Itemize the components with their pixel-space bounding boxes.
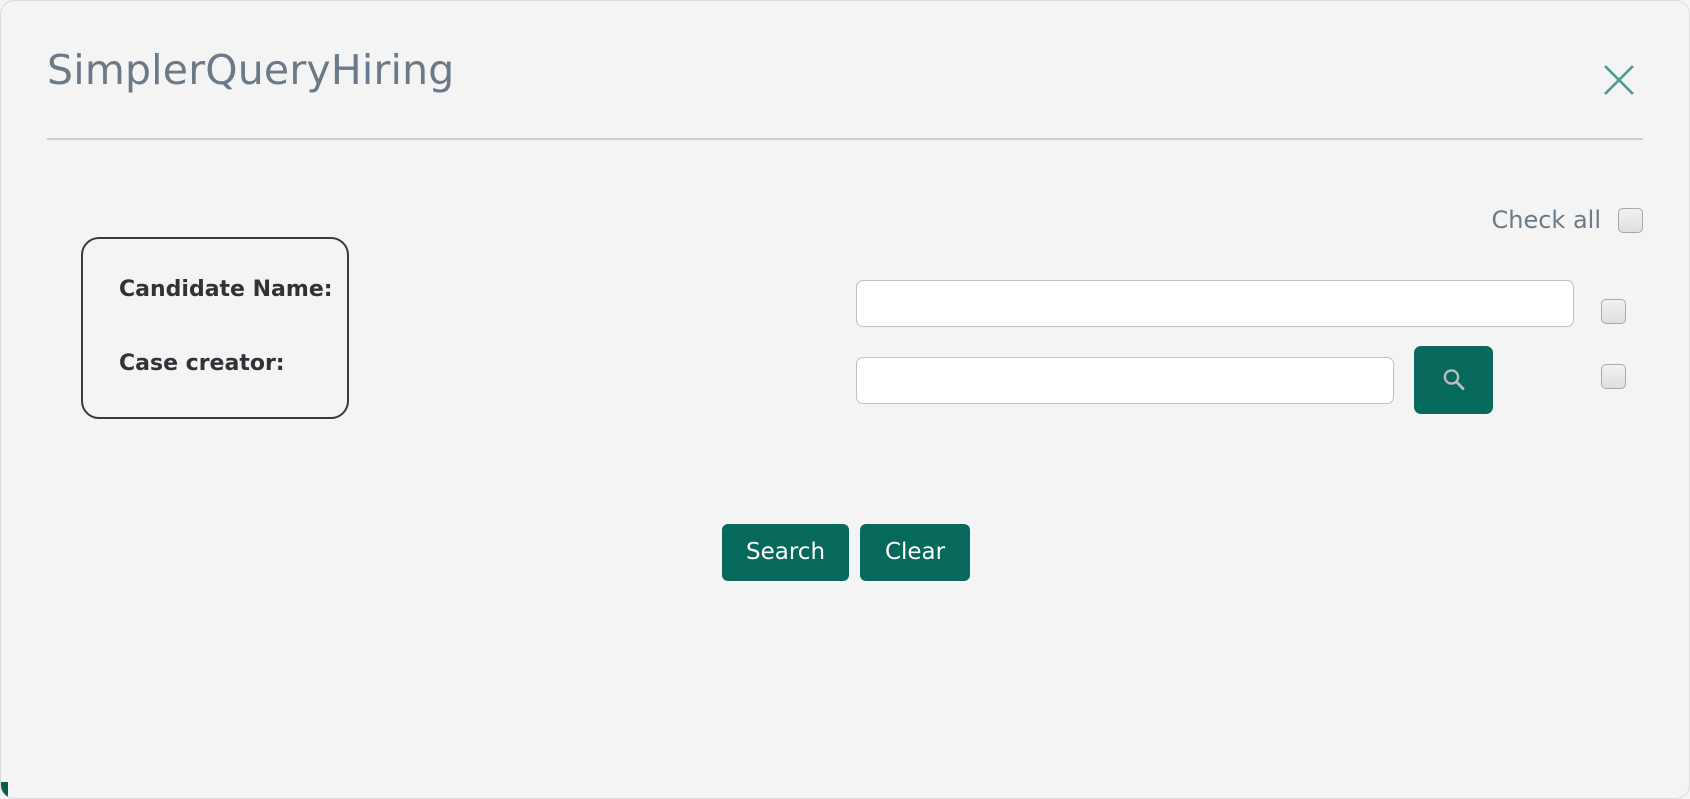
magnifier-icon [1439, 365, 1469, 395]
case-creator-checkbox[interactable] [1601, 364, 1626, 389]
candidate-name-input[interactable] [856, 280, 1574, 327]
case-creator-input[interactable] [856, 356, 1394, 404]
check-all-row: Check all [1491, 206, 1643, 234]
dialog-actions: Search Clear [722, 524, 971, 581]
close-x-icon [1602, 63, 1636, 97]
candidate-name-row [856, 280, 1574, 327]
field-label-case-creator: Case creator: [119, 351, 285, 376]
dialog-header: SimplerQueryHiring [1, 1, 1689, 141]
header-divider [47, 138, 1643, 140]
close-button[interactable] [1595, 56, 1643, 104]
query-dialog: SimplerQueryHiring Check all Candidate N… [0, 0, 1690, 799]
check-all-checkbox[interactable] [1618, 207, 1643, 233]
case-creator-lookup-button[interactable] [1414, 346, 1493, 414]
search-button[interactable]: Search [722, 524, 850, 581]
check-all-label: Check all [1491, 206, 1602, 234]
clear-button[interactable]: Clear [860, 524, 971, 581]
corner-accent-sliver [1, 782, 8, 798]
candidate-name-checkbox[interactable] [1601, 299, 1626, 324]
field-label-box: Candidate Name: Case creator: [81, 237, 349, 419]
case-creator-row [856, 346, 1493, 414]
page-title: SimplerQueryHiring [47, 46, 455, 94]
field-label-candidate-name: Candidate Name: [119, 277, 333, 302]
